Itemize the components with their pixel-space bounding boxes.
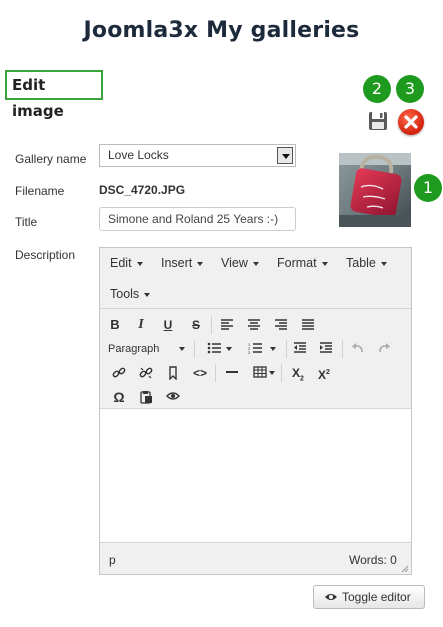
unlink-icon[interactable] xyxy=(136,364,156,382)
badge-3: 3 xyxy=(396,75,424,103)
section-title: Edit image xyxy=(5,70,103,120)
caret-down-icon[interactable] xyxy=(269,371,275,375)
strikethrough-icon[interactable]: S xyxy=(186,316,206,334)
filename-value: DSC_4720.JPG xyxy=(99,183,186,197)
menu-format[interactable]: Format xyxy=(277,256,328,270)
code-icon[interactable]: <> xyxy=(190,364,210,382)
align-left-icon[interactable] xyxy=(217,316,237,334)
bullet-list-icon[interactable] xyxy=(204,340,224,358)
editor-statusbar: p Words: 0 xyxy=(100,542,411,574)
resize-handle-icon[interactable] xyxy=(401,565,409,573)
format-select[interactable]: Paragraph xyxy=(108,340,188,358)
menu-table[interactable]: Table xyxy=(346,256,387,270)
title-input[interactable] xyxy=(99,207,296,231)
gallery-select[interactable]: Love Locks xyxy=(99,144,296,167)
chevron-down-icon[interactable] xyxy=(277,147,293,164)
word-count: Words: 0 xyxy=(349,553,397,567)
link-icon[interactable] xyxy=(109,364,129,382)
save-button[interactable] xyxy=(367,110,389,132)
eye-icon xyxy=(325,594,337,600)
filename-label: Filename xyxy=(15,184,65,198)
caret-down-icon xyxy=(144,292,151,297)
subscript-icon[interactable]: X2 xyxy=(288,364,308,382)
menu-edit[interactable]: Edit xyxy=(110,256,143,270)
rich-text-editor: Edit Insert View Format Table Tools B I … xyxy=(99,247,412,575)
special-char-icon[interactable]: Ω xyxy=(109,388,129,406)
bookmark-icon[interactable] xyxy=(163,364,183,382)
page-title: Joomla3x My galleries xyxy=(83,18,360,43)
caret-down-icon xyxy=(380,261,387,266)
outdent-icon[interactable] xyxy=(290,340,310,358)
image-thumbnail xyxy=(339,153,411,227)
bold-icon[interactable]: B xyxy=(105,316,125,334)
caret-down-icon xyxy=(179,347,185,351)
underline-icon[interactable]: U xyxy=(158,316,178,334)
caret-down-icon xyxy=(252,261,259,266)
toggle-editor-button[interactable]: Toggle editor xyxy=(313,585,425,609)
redo-icon[interactable] xyxy=(374,340,394,358)
caret-down-icon xyxy=(136,261,143,266)
gallery-name-label: Gallery name xyxy=(15,152,87,166)
badge-2: 2 xyxy=(363,75,391,103)
editor-menubar: Edit Insert View Format Table Tools xyxy=(100,248,411,309)
description-label: Description xyxy=(15,248,76,262)
align-right-icon[interactable] xyxy=(271,316,291,334)
align-justify-icon[interactable] xyxy=(298,316,318,334)
menu-insert[interactable]: Insert xyxy=(161,256,204,270)
preview-icon[interactable] xyxy=(163,388,183,406)
cancel-button[interactable] xyxy=(398,109,424,135)
italic-icon[interactable]: I xyxy=(131,316,151,334)
svg-text:3: 3 xyxy=(248,350,251,354)
element-path[interactable]: p xyxy=(109,553,116,567)
numbered-list-icon[interactable]: 123 xyxy=(245,340,265,358)
save-icon xyxy=(369,112,387,130)
superscript-icon[interactable]: X2 xyxy=(314,364,334,382)
menu-view[interactable]: View xyxy=(221,256,259,270)
paste-icon[interactable] xyxy=(136,388,156,406)
badge-1: 1 xyxy=(414,174,442,202)
caret-down-icon[interactable] xyxy=(226,347,232,351)
cancel-icon xyxy=(404,115,418,129)
title-label: Title xyxy=(15,215,38,229)
editor-content-area[interactable] xyxy=(100,410,411,542)
caret-down-icon xyxy=(197,261,204,266)
indent-icon[interactable] xyxy=(316,340,336,358)
caret-down-icon xyxy=(321,261,328,266)
caret-down-icon[interactable] xyxy=(270,347,276,351)
menu-tools[interactable]: Tools xyxy=(110,287,151,301)
table-icon[interactable] xyxy=(250,364,270,382)
gallery-select-value: Love Locks xyxy=(108,148,169,162)
align-center-icon[interactable] xyxy=(244,316,264,334)
editor-toolbar: B I U S Paragraph 123 <> X2 X2 Ω xyxy=(100,309,411,409)
undo-icon[interactable] xyxy=(348,340,368,358)
horizontal-rule-icon[interactable] xyxy=(222,364,242,382)
